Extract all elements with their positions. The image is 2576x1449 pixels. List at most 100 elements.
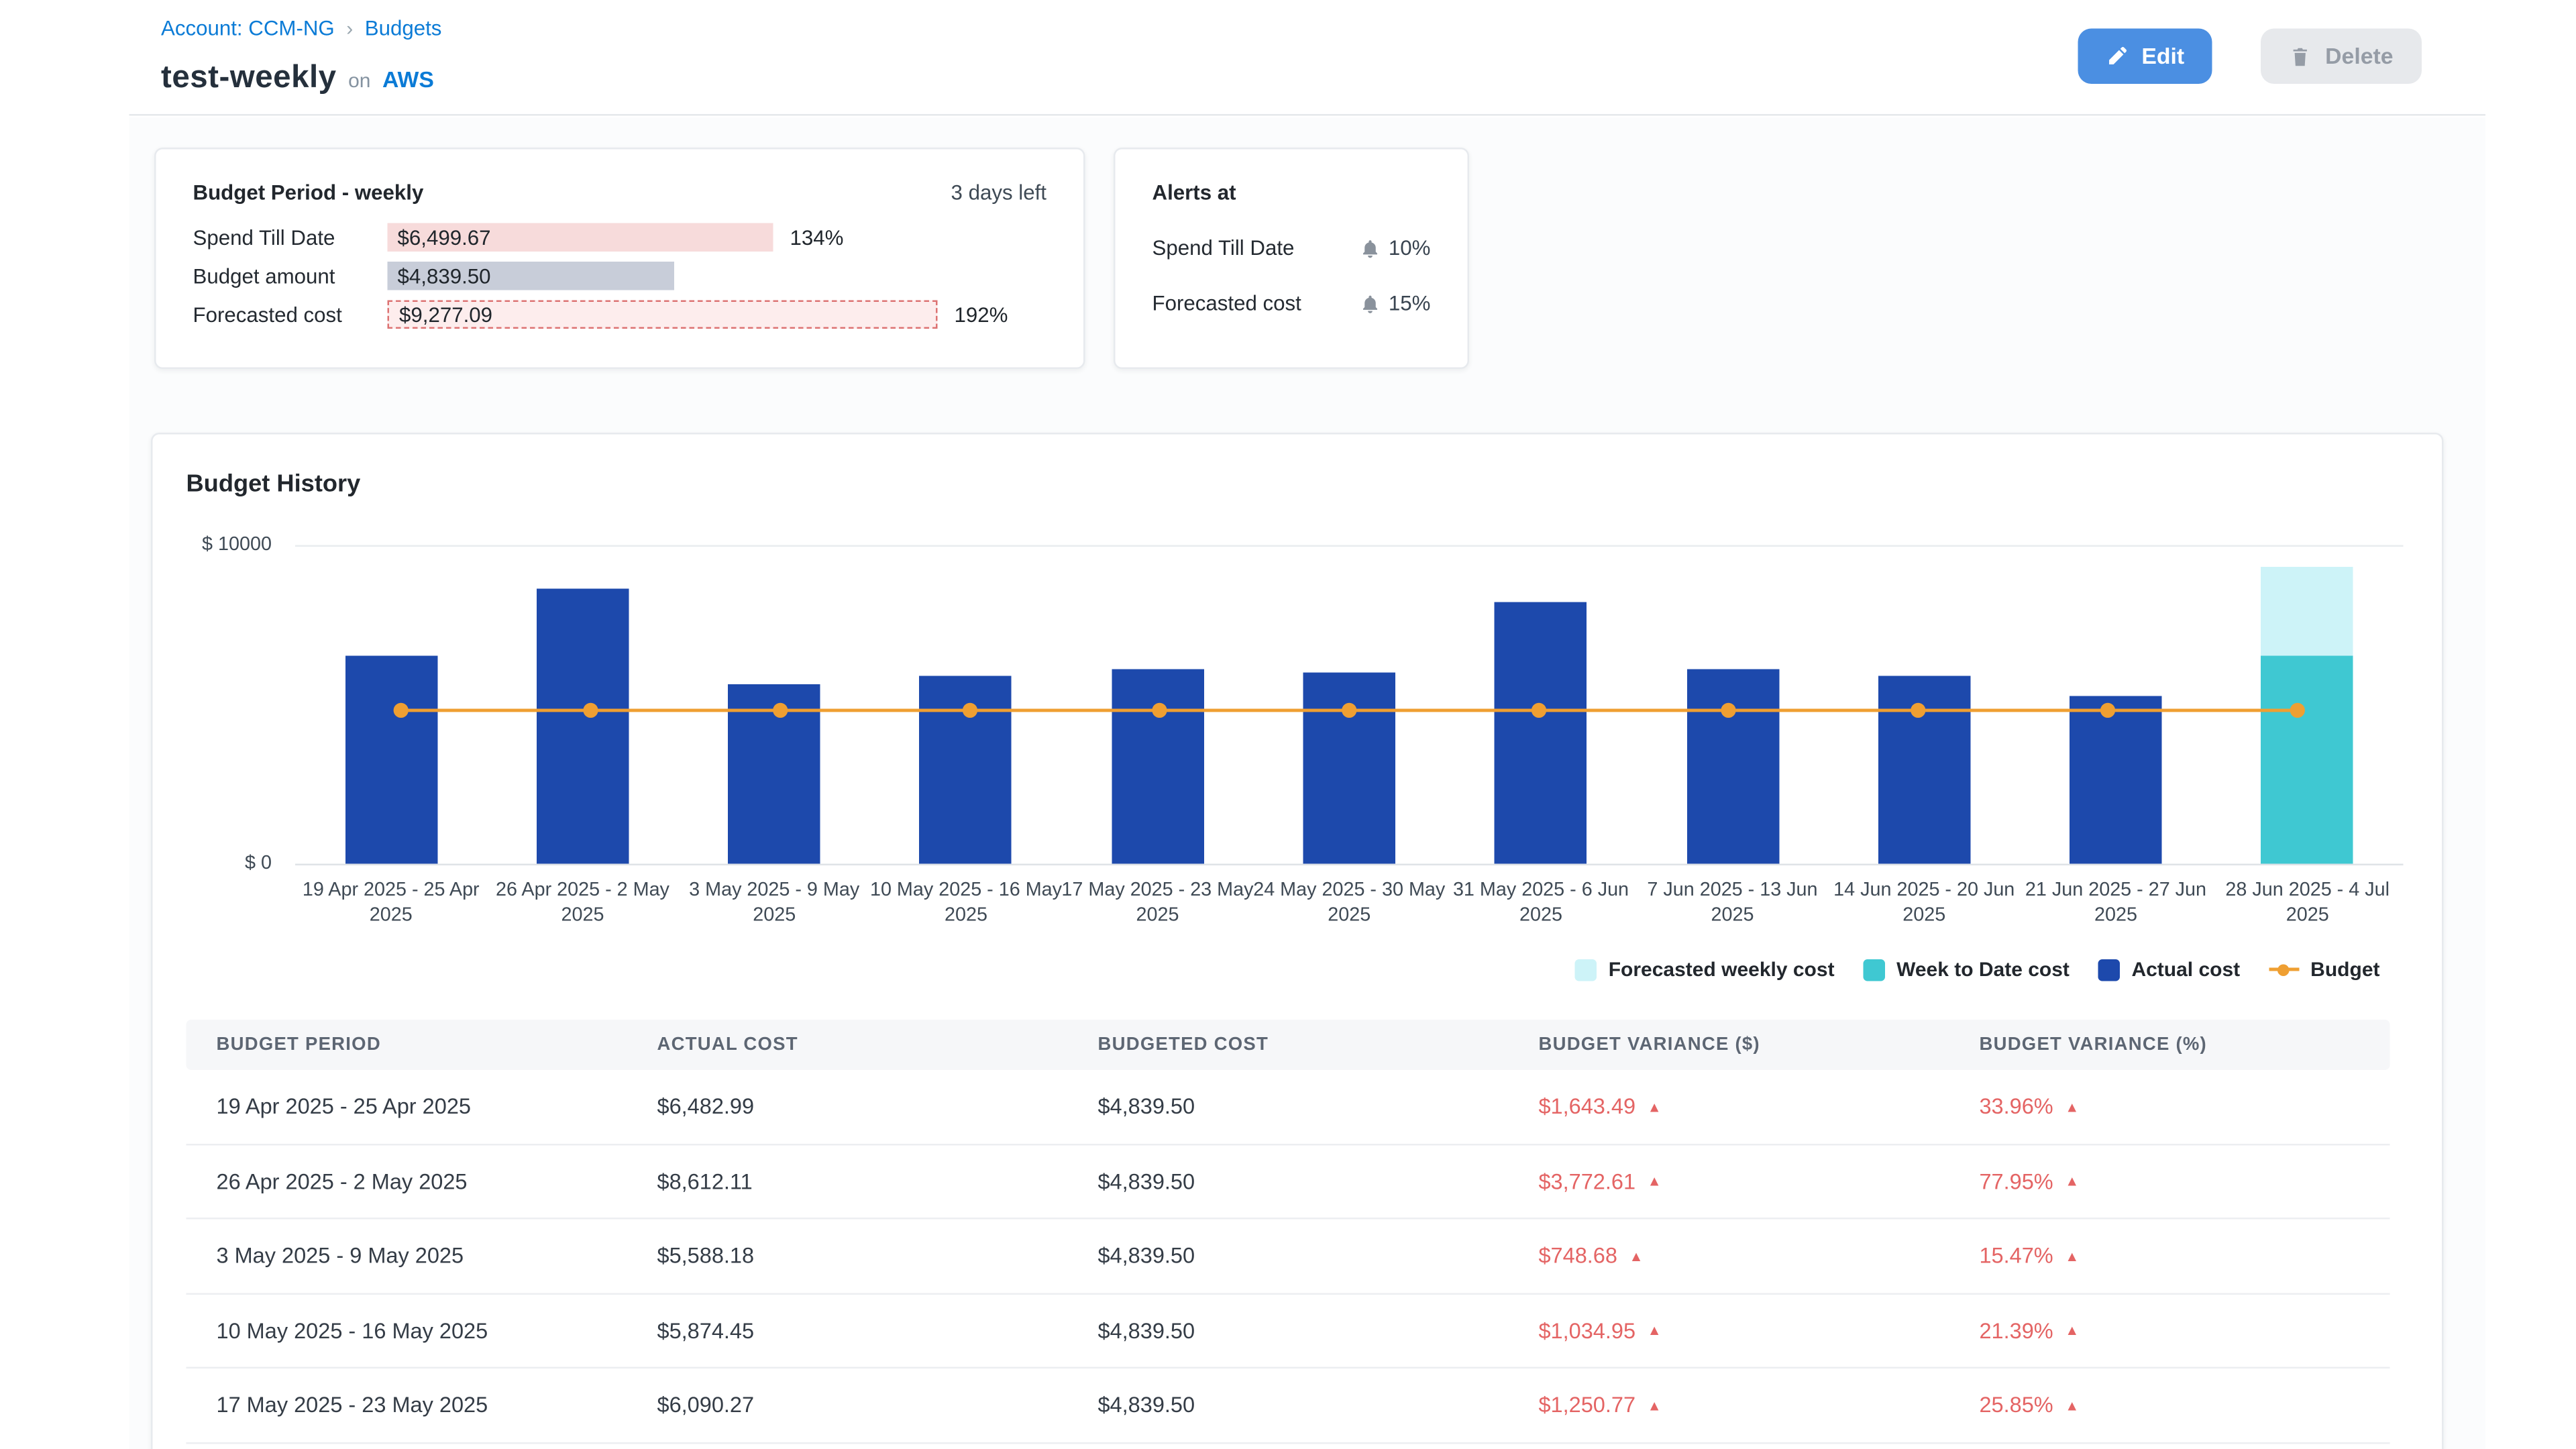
legend-label: Week to Date cost [1896,958,2070,981]
edit-button[interactable]: Edit [2078,29,2212,85]
budget-variance-usd-cell: $1,250.77▲ [1508,1393,1949,1418]
budget-line-point[interactable] [1342,703,1356,718]
budget-line-marker [2269,959,2299,981]
breadcrumb-account-link[interactable]: Account: CCM-NG [161,17,335,40]
legend-swatch [1575,959,1597,981]
breadcrumb: Account: CCM-NG › Budgets [161,17,441,40]
variance-value: 25.85% [1979,1393,2053,1418]
chart-x-label: 26 Apr 2025 - 2 May 2025 [485,879,680,928]
y-axis-label-bottom: $ 0 [144,854,272,874]
budget-period-card-header: Budget Period - weekly 3 days left [193,181,1047,205]
alerts-rows: Spend Till Date 10% Forecasted cost15% [1152,237,1431,316]
caret-up-icon: ▲ [2065,1099,2079,1114]
budget-history-title: Budget History [186,472,361,498]
budget-variance-usd-cell: $3,772.61▲ [1508,1169,1949,1194]
bell-icon [1360,237,1380,260]
actual-cost-cell: $6,482.99 [627,1094,1067,1120]
budget-period-cell: 10 May 2025 - 16 May 2025 [186,1318,627,1343]
budget-line-point[interactable] [1532,703,1546,718]
legend-swatch [1863,959,1885,981]
variance-value: 77.95% [1979,1169,2053,1194]
budget-period-row-percent: 192% [955,303,1008,326]
budget-line-point[interactable] [2100,703,2115,718]
legend-item[interactable]: Budget [2269,958,2380,981]
on-label: on [348,69,370,93]
budget-variance-usd-cell: $748.68▲ [1508,1243,1949,1269]
budget-history-table: BUDGET PERIODACTUAL COSTBUDGETED COSTBUD… [186,1020,2390,1443]
chart-x-label: 19 Apr 2025 - 25 Apr 2025 [294,879,488,928]
page-header: Account: CCM-NG › Budgets test-weekly on… [129,0,2486,116]
breadcrumb-budgets-link[interactable]: Budgets [365,17,442,40]
actual-cost-cell: $6,090.27 [627,1393,1067,1418]
budget-line-point[interactable] [1911,703,1925,718]
variance-value: $1,250.77 [1538,1393,1635,1418]
chart-x-label: 28 Jun 2025 - 4 Jul 2025 [2210,879,2405,928]
chart-plot: $ 10000 $ 0 [295,545,2404,866]
variance-value: $1,643.49 [1538,1094,1635,1120]
budget-line-point[interactable] [963,703,977,718]
delete-button-label: Delete [2325,44,2393,69]
alerts-card-header: Alerts at [1152,181,1431,205]
budget-period-cell: 26 Apr 2025 - 2 May 2025 [186,1169,627,1194]
table-row: 17 May 2025 - 23 May 2025$6,090.27$4,839… [186,1368,2390,1443]
trash-icon [2290,44,2312,68]
budget-forecast-bar: $9,277.09 [388,301,938,329]
legend-item[interactable]: Forecasted weekly cost [1575,958,1835,981]
variance-value: 21.39% [1979,1318,2053,1343]
alert-row: Spend Till Date 10% [1152,237,1431,260]
legend-dot [2277,963,2290,975]
chart-x-label: 7 Jun 2025 - 13 Jun 2025 [1635,879,1830,928]
actual-cost-cell: $8,612.11 [627,1169,1067,1194]
alert-threshold-value: 10% [1389,237,1431,260]
edit-button-label: Edit [2141,44,2184,69]
table-row: 3 May 2025 - 9 May 2025$5,588.18$4,839.5… [186,1220,2390,1294]
budget-history-card: Budget History $ 10000 $ 0 19 Apr 2025 -… [151,433,2444,1449]
budget-line-point[interactable] [394,703,409,718]
budgeted-cost-cell: $4,839.50 [1067,1094,1508,1120]
page: Account: CCM-NG › Budgets test-weekly on… [0,0,2576,1449]
budget-period-row-percent: 134% [790,225,844,249]
alerts-title: Alerts at [1152,181,1236,205]
budget-period-row-label: Spend Till Date [193,225,388,249]
table-header-cell: BUDGET VARIANCE (%) [1949,1035,2390,1055]
table-header-cell: BUDGET PERIOD [186,1035,627,1055]
budget-variance-pct-cell: 21.39%▲ [1949,1318,2390,1343]
budget-variance-pct-cell: 77.95% ▲ [1949,1169,2390,1194]
legend-item[interactable]: Week to Date cost [1863,958,2070,981]
budget-line-point[interactable] [773,703,788,718]
budgeted-cost-cell: $4,839.50 [1067,1318,1508,1343]
budget-budget-bar: $4,839.50 [388,262,675,290]
delete-button[interactable]: Delete [2261,29,2422,85]
alert-row-label: Spend Till Date [1152,237,1295,260]
caret-up-icon: ▲ [2065,1174,2079,1188]
table-header-cell: BUDGETED COST [1067,1035,1508,1055]
budget-spend-bar: $6,499.67 [388,223,773,252]
table-row: 19 Apr 2025 - 25 Apr 2025$6,482.99$4,839… [186,1070,2390,1144]
budget-period-rows: Spend Till Date$6,499.67 134% Budget amoun… [193,223,1047,329]
budget-period-row: Spend Till Date$6,499.67 134% [193,223,1047,252]
budget-variance-pct-cell: 33.96%▲ [1949,1094,2390,1120]
actual-cost-cell: $5,588.18 [627,1243,1067,1269]
budget-line-point[interactable] [2290,703,2305,718]
table-row: 10 May 2025 - 16 May 2025$5,874.45$4,839… [186,1294,2390,1368]
budget-line-point[interactable] [1721,703,1735,718]
caret-up-icon: ▲ [1648,1099,1662,1114]
y-axis-label-top: $ 10000 [144,535,272,555]
caret-up-icon: ▲ [1648,1324,1662,1338]
budget-line-point[interactable] [1152,703,1167,718]
chart-x-label: 21 Jun 2025 - 27 Jun 2025 [2019,879,2213,928]
variance-value: 15.47% [1979,1243,2053,1269]
days-left-label: 3 days left [951,181,1046,205]
title-row: test-weekly on AWS [161,60,434,97]
alert-threshold-value: 15% [1389,292,1431,315]
table-row: 26 Apr 2025 - 2 May 2025$8,612.11$4,839.… [186,1144,2390,1219]
chart-x-label: 3 May 2025 - 9 May 2025 [677,879,871,928]
chart-legend: Forecasted weekly cost Week to Date cost A… [1575,958,2380,981]
alert-row: Forecasted cost15% [1152,292,1431,315]
budget-line-point[interactable] [583,703,598,718]
budget-period-row: Budget amount$4,839.50 [193,262,1047,290]
page-title: test-weekly [161,60,337,97]
budgeted-cost-cell: $4,839.50 [1067,1243,1508,1269]
caret-up-icon: ▲ [2065,1248,2079,1263]
legend-item[interactable]: Actual cost [2098,958,2240,981]
